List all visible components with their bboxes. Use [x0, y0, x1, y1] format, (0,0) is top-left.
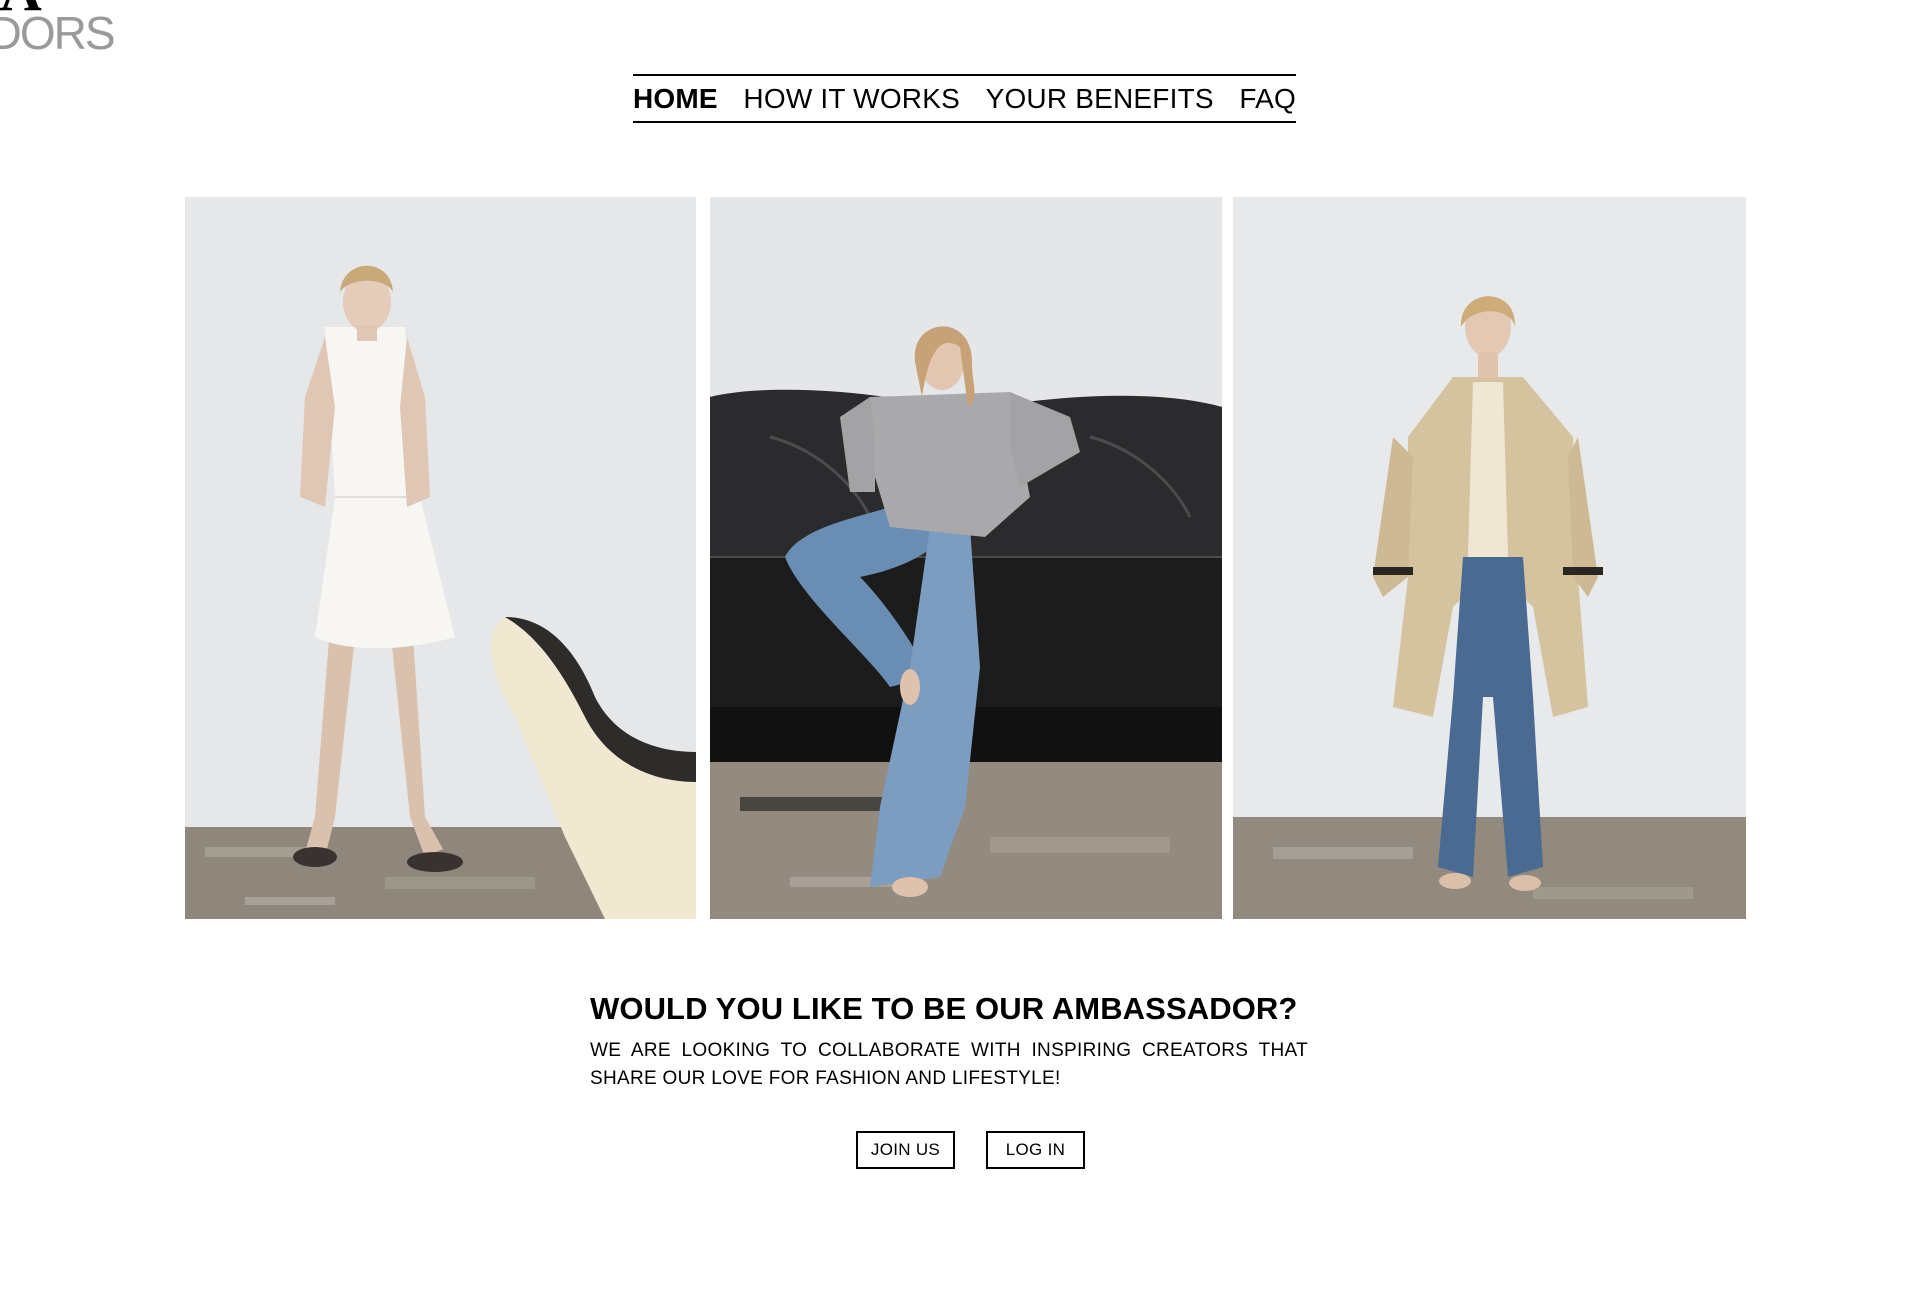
nav-item-your-benefits[interactable]: YOUR BENEFITS	[986, 83, 1214, 115]
nav-item-home[interactable]: HOME	[633, 83, 718, 115]
cta-title: WOULD YOU LIKE TO BE OUR AMBASSADOR?	[590, 990, 1298, 1026]
gallery-photo-trench-coat	[1233, 197, 1746, 919]
brand-logo[interactable]: RA ADORS	[0, 0, 160, 62]
join-us-button[interactable]: JOIN US	[856, 1131, 955, 1169]
gallery-photo-leather-sofa	[710, 197, 1222, 919]
gallery-photo-white-dress	[185, 197, 696, 919]
nav-item-faq[interactable]: FAQ	[1239, 83, 1296, 115]
page: RA ADORS HOME HOW IT WORKS YOUR BENEFITS…	[0, 0, 1920, 1308]
cta-description: WE ARE LOOKING TO COLLABORATE WITH INSPI…	[590, 1040, 1308, 1089]
log-in-button[interactable]: LOG IN	[986, 1131, 1085, 1169]
photo-gallery	[185, 197, 1746, 919]
nav-item-how-it-works[interactable]: HOW IT WORKS	[743, 83, 960, 115]
main-nav: HOME HOW IT WORKS YOUR BENEFITS FAQ	[633, 74, 1296, 123]
logo-wordmark: ADORS	[0, 7, 116, 59]
